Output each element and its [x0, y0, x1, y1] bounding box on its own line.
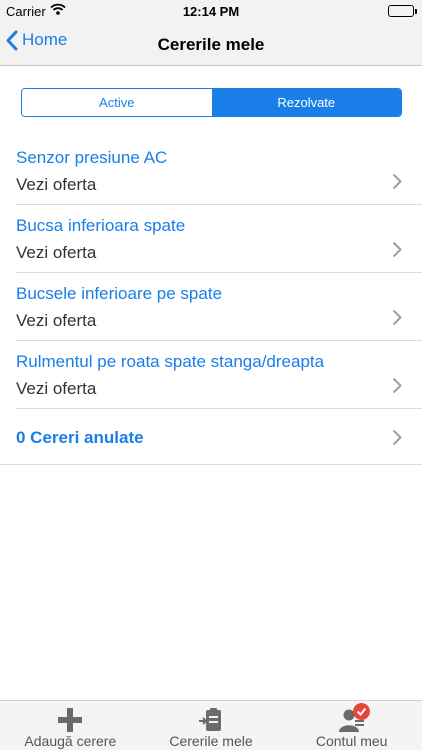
chevron-right-icon: [392, 309, 402, 326]
request-subtitle: Vezi oferta: [16, 175, 97, 194]
battery-icon: [388, 5, 417, 17]
list-item[interactable]: Bucsele inferioare pe spate Vezi oferta: [16, 273, 422, 341]
tab-label: Contul meu: [315, 733, 388, 749]
tab-label: Cererile mele: [169, 733, 253, 749]
navigation-bar: Home Cererile mele: [0, 22, 422, 66]
page-title: Cererile mele: [157, 35, 265, 54]
tab-add-request[interactable]: Adaugă cerere: [0, 701, 141, 750]
chevron-right-icon: [392, 377, 402, 394]
cancelled-requests-row[interactable]: 0 Cereri anulate: [0, 409, 422, 465]
account-icon: [337, 703, 370, 733]
request-subtitle: Vezi oferta: [16, 243, 97, 262]
tab-my-account[interactable]: Contul meu: [281, 701, 422, 750]
list-item[interactable]: Bucsa inferioara spate Vezi oferta: [16, 205, 422, 273]
checkmark-icon: [356, 707, 366, 716]
list-item[interactable]: Rulmentul pe roata spate stanga/dreapta …: [16, 341, 422, 409]
status-bar: Carrier 12:14 PM: [0, 0, 422, 22]
segmented-control: Active Rezolvate: [21, 88, 402, 117]
chevron-right-icon: [392, 241, 402, 258]
request-subtitle: Vezi oferta: [16, 311, 97, 330]
request-subtitle: Vezi oferta: [16, 379, 97, 398]
request-title: Bucsa inferioara spate: [16, 216, 186, 235]
chevron-right-icon: [392, 173, 402, 190]
notification-badge: [352, 703, 370, 720]
segment-active[interactable]: Active: [22, 89, 212, 116]
request-title: Senzor presiune AC: [16, 148, 168, 167]
request-title: Bucsele inferioare pe spate: [16, 284, 223, 303]
tab-label: Adaugă cerere: [24, 733, 117, 749]
cancelled-requests-label: 0 Cereri anulate: [16, 428, 144, 447]
list-item[interactable]: Senzor presiune AC Vezi oferta: [16, 137, 422, 205]
tab-bar: Adaugă cerere Cererile mele Contul meu: [0, 700, 422, 750]
tab-my-requests[interactable]: Cererile mele: [141, 701, 282, 750]
requests-list: Senzor presiune AC Vezi oferta Bucsa inf…: [0, 137, 422, 465]
clipboard-icon: [199, 708, 221, 731]
plus-icon: [58, 708, 83, 732]
segment-resolved[interactable]: Rezolvate: [211, 89, 401, 116]
chevron-right-icon: [392, 429, 402, 446]
status-time: 12:14 PM: [182, 4, 240, 19]
request-title: Rulmentul pe roata spate stanga/dreapta: [16, 352, 325, 371]
